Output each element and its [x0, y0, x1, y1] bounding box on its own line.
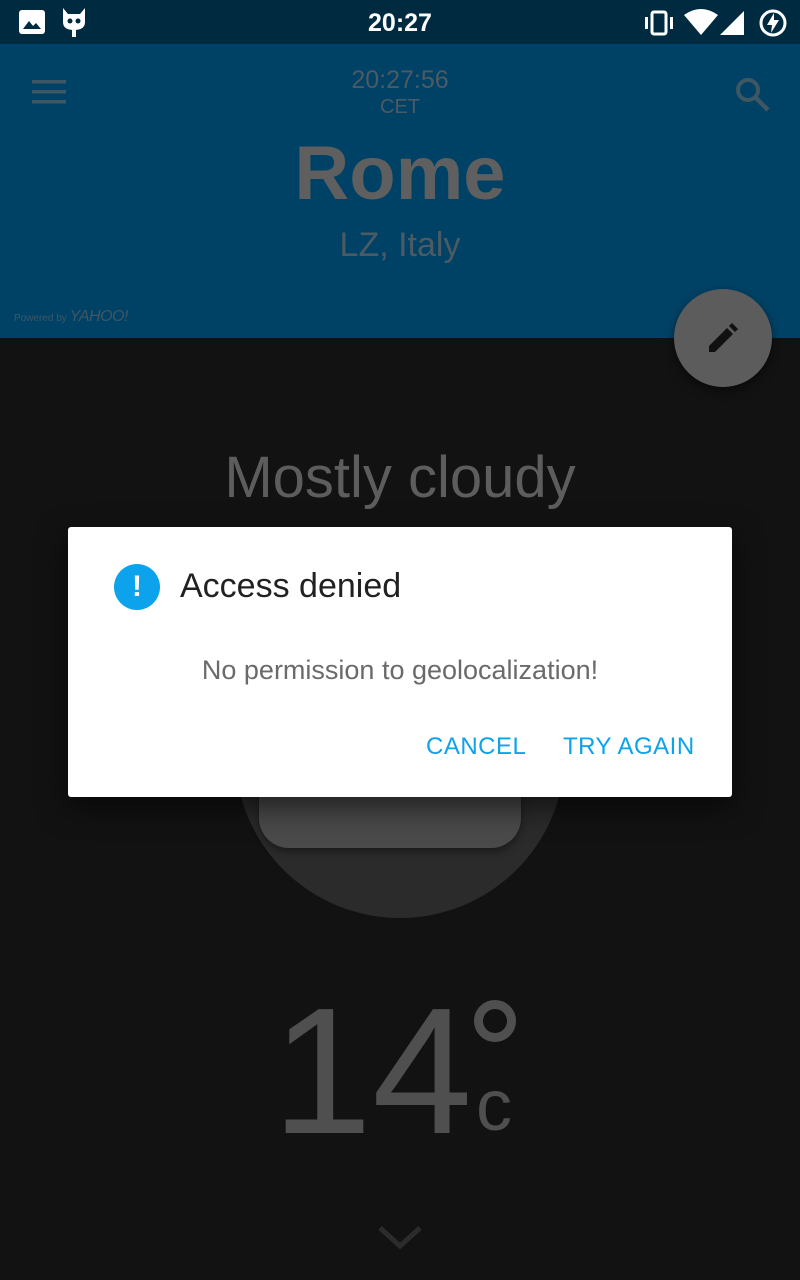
city-name: Rome — [294, 131, 506, 216]
chevron-down-icon[interactable] — [376, 1222, 424, 1252]
yahoo-logo: YAHOO! — [69, 308, 129, 325]
degree-icon — [474, 1000, 516, 1042]
cancel-button[interactable]: CANCEL — [426, 733, 526, 761]
clock-time: 20:27:56 — [351, 66, 449, 94]
status-time: 20:27 — [368, 9, 432, 37]
weather-condition: Mostly cloudy — [224, 445, 576, 510]
access-denied-dialog: ! Access denied No permission to geoloca… — [68, 527, 732, 797]
dialog-message: No permission to geolocalization! — [201, 655, 599, 685]
yahoo-attribution: Powered by YAHOO! — [14, 308, 128, 326]
signal-icon — [720, 11, 744, 35]
clock-timezone: CET — [380, 96, 420, 118]
alert-icon: ! — [114, 564, 160, 610]
dialog-title: Access denied — [180, 567, 402, 605]
pencil-icon — [709, 323, 738, 352]
location-header: 20:27:56 CET Rome LZ, Italy Powered by Y… — [0, 44, 800, 338]
status-bar: 20:27 — [0, 0, 800, 44]
wifi-icon — [684, 9, 718, 35]
temperature-value: 14 — [272, 971, 473, 1172]
temperature-unit: c — [476, 1066, 512, 1146]
try-again-button[interactable]: TRY AGAIN — [563, 733, 695, 761]
edit-location-button[interactable] — [674, 289, 772, 387]
vibrate-icon — [645, 10, 673, 36]
powered-by-label: Powered by — [14, 313, 67, 324]
region-name: LZ, Italy — [339, 226, 461, 264]
search-icon[interactable] — [732, 74, 772, 114]
charging-icon — [759, 9, 787, 37]
